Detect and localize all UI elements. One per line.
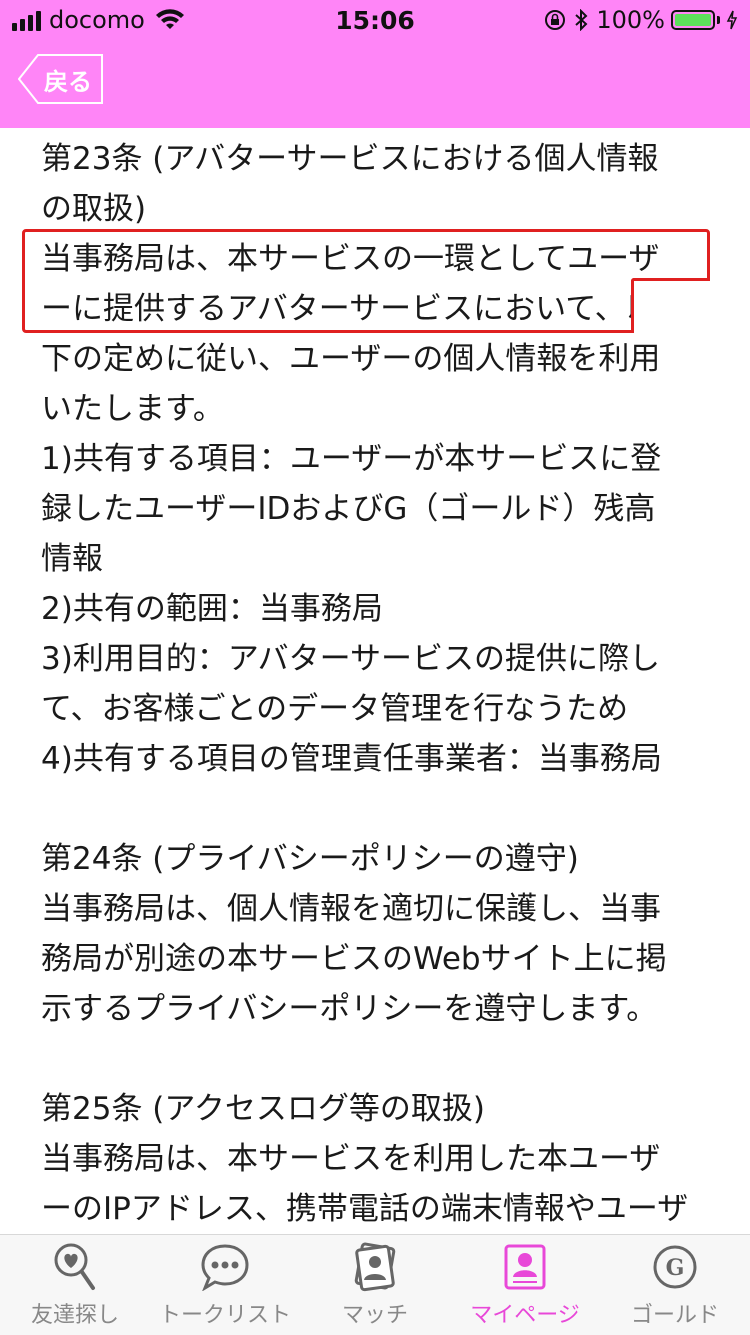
tab-label: 友達探し — [30, 1303, 119, 1328]
tab-talk-list[interactable]: トークリスト — [150, 1235, 300, 1335]
tab-match[interactable]: マッチ — [300, 1235, 450, 1335]
bluetooth-icon — [575, 9, 588, 31]
bottom-tab-bar: 友達探し トークリスト マッチ マイページ G ゴールド — [0, 1234, 750, 1335]
gold-coin-icon: G — [649, 1241, 701, 1293]
profile-icon — [499, 1241, 551, 1293]
rotation-lock-icon — [545, 10, 566, 30]
tab-label: ゴールド — [630, 1303, 719, 1328]
tab-my-page[interactable]: マイページ — [450, 1235, 600, 1335]
chat-bubble-icon — [199, 1241, 251, 1293]
back-button[interactable]: 戻る — [18, 54, 104, 104]
heart-search-icon — [49, 1241, 101, 1293]
tab-label: マッチ — [341, 1303, 408, 1328]
battery-icon — [671, 10, 715, 30]
terms-content[interactable]: 第23条 (アバターサービスにおける個人情報 の取扱) 当事務局は、本サービスの… — [0, 128, 750, 1234]
tab-label: マイページ — [470, 1303, 580, 1328]
terms-text: 第23条 (アバターサービスにおける個人情報 の取扱) 当事務局は、本サービスの… — [41, 141, 689, 1227]
tab-label: トークリスト — [158, 1303, 291, 1328]
tab-gold[interactable]: G ゴールド — [600, 1235, 750, 1335]
battery-percent: 100% — [596, 6, 665, 34]
app-header: docomo 15:06 100% 戻る — [0, 0, 750, 128]
back-button-label: 戻る — [44, 67, 92, 96]
match-cards-icon — [349, 1241, 401, 1293]
status-bar: docomo 15:06 100% — [0, 0, 750, 40]
svg-text:G: G — [666, 1255, 685, 1281]
tab-friend-search[interactable]: 友達探し — [0, 1235, 150, 1335]
charging-icon — [726, 10, 738, 30]
